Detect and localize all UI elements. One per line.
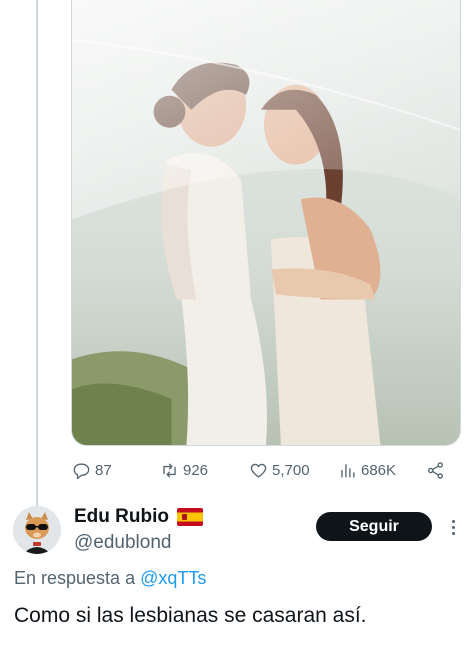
tweet-photo[interactable] (71, 0, 461, 446)
reply-author-name[interactable]: Edu Rubio (74, 506, 203, 528)
wedding-photo-illustration (72, 0, 460, 445)
thread-connector-line (36, 0, 38, 510)
reply-context: En respuesta a @xqTTs (14, 568, 206, 589)
retweet-button[interactable]: 926 (160, 456, 208, 484)
reply-button[interactable]: 87 (72, 456, 112, 484)
retweet-icon (163, 462, 176, 478)
views-count: 686K (361, 461, 397, 479)
reply-author-handle[interactable]: @edublond (74, 532, 171, 554)
reply-text: Como si las lesbianas se casaran así. (14, 604, 367, 627)
retweet-count: 926 (183, 461, 209, 479)
share-button[interactable] (426, 456, 445, 484)
like-count: 5,700 (272, 461, 310, 479)
share-icon (428, 461, 443, 479)
views-icon (341, 463, 355, 478)
spain-flag-icon (176, 508, 203, 526)
reply-count: 87 (95, 461, 112, 479)
avatar[interactable] (13, 506, 61, 554)
reply-prefix: En respuesta a (14, 568, 136, 588)
cat-avatar-image (13, 506, 61, 554)
display-name-text: Edu Rubio (74, 506, 169, 527)
tweet-action-bar: 87 926 5,700 686K (72, 456, 452, 484)
follow-button[interactable]: Seguir (316, 512, 432, 541)
reply-icon (73, 462, 90, 479)
more-icon[interactable] (448, 514, 458, 540)
like-icon (250, 463, 267, 478)
like-button[interactable]: 5,700 (249, 456, 310, 484)
reply-mention-link[interactable]: @xqTTs (140, 568, 206, 588)
views-button[interactable]: 686K (338, 456, 396, 484)
